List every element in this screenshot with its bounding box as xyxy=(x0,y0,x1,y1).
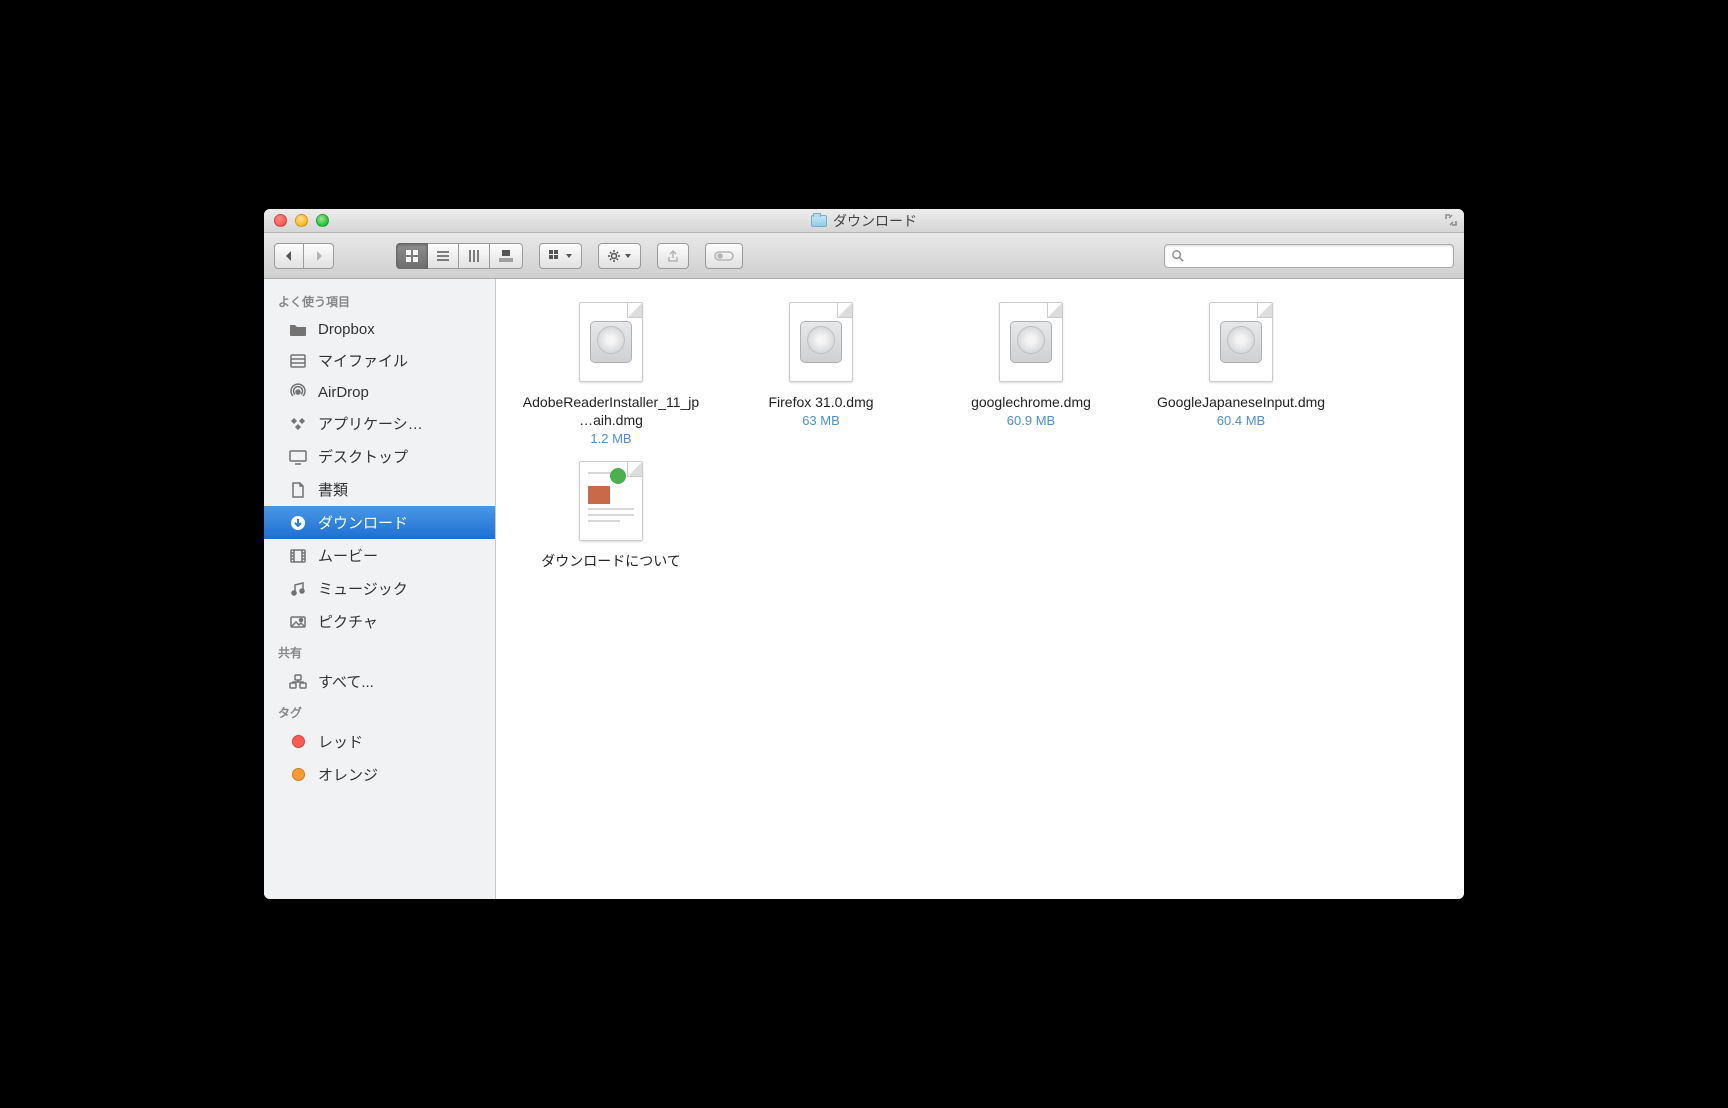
sidebar-item[interactable]: ダウンロード xyxy=(264,506,495,539)
nav-buttons xyxy=(274,243,334,269)
tag-dot-icon xyxy=(288,733,308,751)
sidebar-item[interactable]: デスクトップ xyxy=(264,440,495,473)
sidebar-item-label: AirDrop xyxy=(318,384,369,401)
file-name: AdobeReaderInstaller_11_jp…aih.dmg xyxy=(518,393,704,429)
sidebar-item-label: アプリケーシ… xyxy=(318,413,423,434)
sidebar-item[interactable]: Dropbox xyxy=(264,314,495,344)
sidebar-item-label: Dropbox xyxy=(318,321,375,338)
sidebar-item-label: ダウンロード xyxy=(318,512,408,533)
forward-button[interactable] xyxy=(304,243,334,269)
file-size: 60.9 MB xyxy=(1007,413,1055,428)
sidebar-item-label: オレンジ xyxy=(318,764,378,785)
sidebar-section-shared: 共有 xyxy=(264,638,495,665)
sidebar-item-label: マイファイル xyxy=(318,350,408,371)
tag-dot-icon xyxy=(288,766,308,784)
file-grid: AdobeReaderInstaller_11_jp…aih.dmg 1.2 MB… xyxy=(496,279,1464,899)
all-my-files-icon xyxy=(288,352,308,370)
file-item[interactable]: ダウンロードについて xyxy=(518,456,704,570)
close-window-button[interactable] xyxy=(274,214,287,227)
minimize-window-button[interactable] xyxy=(295,214,308,227)
sidebar-item-label: すべて... xyxy=(318,671,374,692)
folder-icon xyxy=(288,320,308,338)
zoom-window-button[interactable] xyxy=(316,214,329,227)
column-view-button[interactable] xyxy=(459,243,490,269)
sidebar-section-favorites: よく使う項目 xyxy=(264,287,495,314)
music-icon xyxy=(288,580,308,598)
back-button[interactable] xyxy=(274,243,304,269)
file-size: 60.4 MB xyxy=(1217,413,1265,428)
sidebar-item-label: 書類 xyxy=(318,479,348,500)
sidebar-item[interactable]: オレンジ xyxy=(264,758,495,791)
sidebar-item[interactable]: レッド xyxy=(264,725,495,758)
sidebar-item-label: デスクトップ xyxy=(318,446,408,467)
file-size: 1.2 MB xyxy=(590,431,631,446)
documents-icon xyxy=(288,481,308,499)
toolbar xyxy=(264,233,1464,279)
sidebar-item[interactable]: 書類 xyxy=(264,473,495,506)
applications-icon xyxy=(288,415,308,433)
share-button[interactable] xyxy=(657,243,689,269)
sidebar: よく使う項目 Dropbox マイファイル AirDrop アプリケーシ… デスクトップ… xyxy=(264,279,496,899)
sidebar-item[interactable]: ピクチャ xyxy=(264,605,495,638)
folder-icon xyxy=(811,215,827,227)
search-field[interactable] xyxy=(1164,244,1454,268)
titlebar: ダウンロード xyxy=(264,209,1464,233)
file-item[interactable]: AdobeReaderInstaller_11_jp…aih.dmg 1.2 MB xyxy=(518,297,704,446)
icon-view-button[interactable] xyxy=(396,243,428,269)
file-size: 63 MB xyxy=(802,413,840,428)
sidebar-item[interactable]: マイファイル xyxy=(264,344,495,377)
network-icon xyxy=(288,673,308,691)
file-name: ダウンロードについて xyxy=(541,552,681,570)
sidebar-item-label: ムービー xyxy=(318,545,378,566)
sidebar-item-label: ピクチャ xyxy=(318,611,378,632)
file-name: googlechrome.dmg xyxy=(971,393,1091,411)
fullscreen-button[interactable] xyxy=(1444,213,1458,227)
sidebar-item[interactable]: AirDrop xyxy=(264,377,495,407)
search-input[interactable] xyxy=(1188,248,1447,263)
downloads-icon xyxy=(288,514,308,532)
document-icon xyxy=(572,456,650,546)
file-item[interactable]: Firefox 31.0.dmg 63 MB xyxy=(728,297,914,446)
disk-image-icon xyxy=(992,297,1070,387)
pictures-icon xyxy=(288,613,308,631)
file-item[interactable]: GoogleJapaneseInput.dmg 60.4 MB xyxy=(1148,297,1334,446)
window-title: ダウンロード xyxy=(833,211,917,231)
disk-image-icon xyxy=(782,297,860,387)
file-name: GoogleJapaneseInput.dmg xyxy=(1157,393,1325,411)
sidebar-item[interactable]: ムービー xyxy=(264,539,495,572)
finder-window: ダウンロード xyxy=(264,209,1464,899)
coverflow-view-button[interactable] xyxy=(490,243,523,269)
airdrop-icon xyxy=(288,383,308,401)
disk-image-icon xyxy=(1202,297,1280,387)
sidebar-item[interactable]: アプリケーシ… xyxy=(264,407,495,440)
file-item[interactable]: googlechrome.dmg 60.9 MB xyxy=(938,297,1124,446)
movies-icon xyxy=(288,547,308,565)
sidebar-section-tags: タグ xyxy=(264,698,495,725)
action-button[interactable] xyxy=(598,243,641,269)
disk-image-icon xyxy=(572,297,650,387)
view-mode-buttons xyxy=(396,243,523,269)
search-icon xyxy=(1171,249,1184,262)
desktop-icon xyxy=(288,448,308,466)
arrange-button[interactable] xyxy=(539,243,582,269)
file-name: Firefox 31.0.dmg xyxy=(768,393,873,411)
sidebar-item-label: ミュージック xyxy=(318,578,408,599)
sidebar-item[interactable]: ミュージック xyxy=(264,572,495,605)
list-view-button[interactable] xyxy=(428,243,459,269)
sidebar-item-label: レッド xyxy=(318,731,363,752)
tags-button[interactable] xyxy=(705,243,743,269)
sidebar-item[interactable]: すべて... xyxy=(264,665,495,698)
